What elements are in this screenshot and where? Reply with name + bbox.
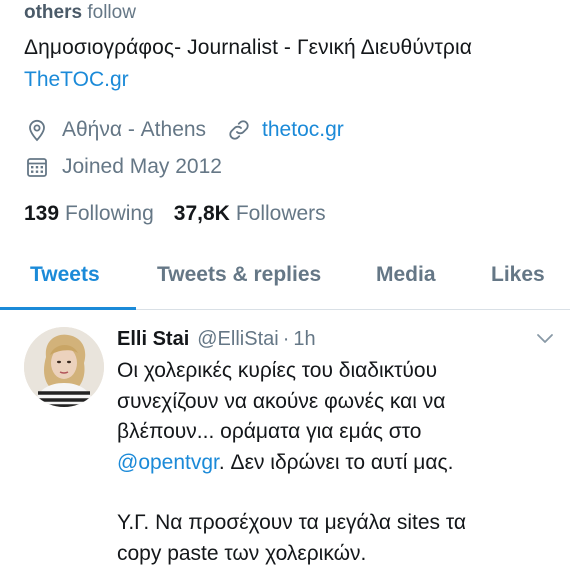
- profile-location: Αθήνα - Athens: [62, 118, 207, 141]
- tweet-mention-tail: . Δεν ιδρώνει το αυτί μας.: [218, 450, 454, 474]
- tweet-separator: ·: [282, 328, 290, 350]
- tweet-text-line: βλέπουν... οράματα για εμάς στο: [117, 420, 422, 443]
- profile-bio: Δημοσιογράφος- Journalist - Γενική Διευθ…: [24, 36, 472, 59]
- tweet-timestamp[interactable]: 1h: [293, 328, 315, 351]
- followers-count: 37,8K: [173, 202, 230, 225]
- profile-website[interactable]: thetoc.gr: [262, 118, 344, 142]
- tweet-header: Elli Stai @ElliStai · 1h: [117, 328, 316, 351]
- following-count-link[interactable]: 139 Following: [24, 202, 154, 226]
- follow-counts: 139 Following 37,8K Followers: [24, 202, 346, 226]
- tweet-author-name[interactable]: Elli Stai: [117, 328, 189, 351]
- following-count: 139: [24, 202, 60, 225]
- tweet-ps-line: Υ.Γ. Να προσέχουν τα μεγάλα sites τα: [117, 511, 467, 534]
- tweet-text-line: Οι χολερικές κυρίες του διαδικτύου: [117, 359, 438, 382]
- followed-by-prefix: others: [24, 2, 83, 23]
- tab-tweets-replies[interactable]: Tweets & replies: [157, 263, 321, 287]
- followed-by-suffix: follow: [87, 2, 136, 23]
- active-tab-indicator: [0, 307, 136, 310]
- bio-link[interactable]: TheTOC.gr: [24, 68, 129, 92]
- calendar-icon: [24, 154, 50, 180]
- avatar[interactable]: [24, 327, 104, 407]
- tweet-paragraph-gap: [117, 478, 557, 508]
- tweet-card[interactable]: Elli Stai @ElliStai · 1h Οι χολερικές κυ…: [0, 311, 570, 570]
- tab-likes[interactable]: Likes: [491, 263, 545, 287]
- map-pin-icon: [24, 117, 50, 143]
- following-label: Following: [65, 202, 154, 225]
- profile-meta-joined-row: Joined May 2012: [24, 154, 222, 180]
- followed-by-text: others follow: [24, 2, 136, 24]
- link-icon: [226, 117, 252, 143]
- tab-tweets[interactable]: Tweets: [30, 263, 100, 287]
- tweet-text-line: συνεχίζουν να ακούνε φωνές και να: [117, 389, 446, 413]
- chevron-down-icon[interactable]: [536, 333, 554, 345]
- tweet-text-line-mention: @opentvgr. Δεν ιδρώνει το αυτί μας.: [117, 448, 557, 479]
- followers-label: Followers: [235, 202, 326, 225]
- followers-count-link[interactable]: 37,8K Followers: [174, 202, 326, 226]
- tab-media[interactable]: Media: [376, 263, 436, 287]
- profile-tabs: Tweets Tweets & replies Media Likes: [0, 248, 570, 310]
- tweet-text: Οι χολερικές κυρίες του διαδικτύου συνεχ…: [117, 356, 557, 569]
- profile-meta-location-row: Αθήνα - Athens thetoc.gr: [24, 117, 344, 143]
- tweet-author-handle[interactable]: @ElliStai: [197, 328, 278, 351]
- tweet-ps-line: copy paste των χολερικών.: [117, 541, 367, 565]
- tweet-mention-link[interactable]: @opentvgr: [117, 451, 219, 474]
- profile-joined: Joined May 2012: [62, 155, 222, 178]
